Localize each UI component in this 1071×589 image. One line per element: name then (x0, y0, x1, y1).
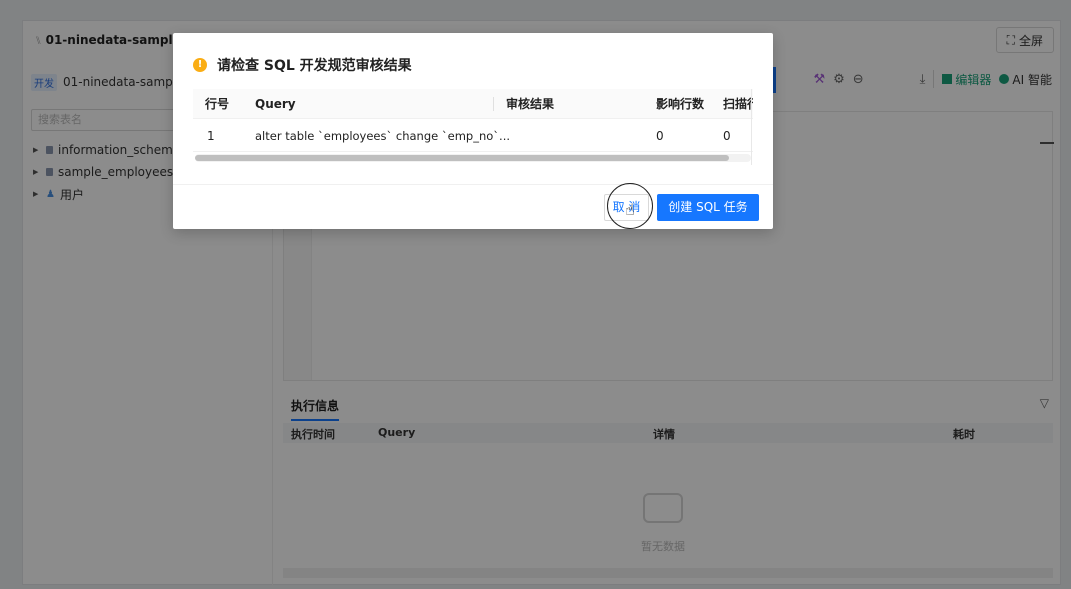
scrollbar-thumb[interactable] (195, 155, 729, 161)
query-cell: alter table `employees` change `emp_no`.… (255, 129, 510, 143)
col-review-result: 审核结果 (506, 97, 555, 111)
modal-title: ! 请检查 SQL 开发规范审核结果 (193, 55, 412, 75)
table-header: 行号 Query 审核结果 影响行数 扫描行 (193, 89, 753, 119)
table-scrollbar[interactable] (195, 154, 751, 162)
col-query: Query (255, 97, 296, 111)
col-affected-rows: 影响行数 (656, 97, 705, 111)
col-scanned-rows: 扫描行 (723, 97, 753, 111)
sql-review-modal: ! 请检查 SQL 开发规范审核结果 行号 Query 审核结果 影响行数 扫描… (173, 33, 773, 229)
hand-cursor-icon: ☝ (625, 200, 635, 219)
create-sql-task-button[interactable]: 创建 SQL 任务 (657, 194, 759, 221)
warning-icon: ! (193, 58, 207, 72)
table-row[interactable]: 1 alter table `employees` change `emp_no… (193, 120, 753, 152)
col-line: 行号 (205, 97, 230, 111)
